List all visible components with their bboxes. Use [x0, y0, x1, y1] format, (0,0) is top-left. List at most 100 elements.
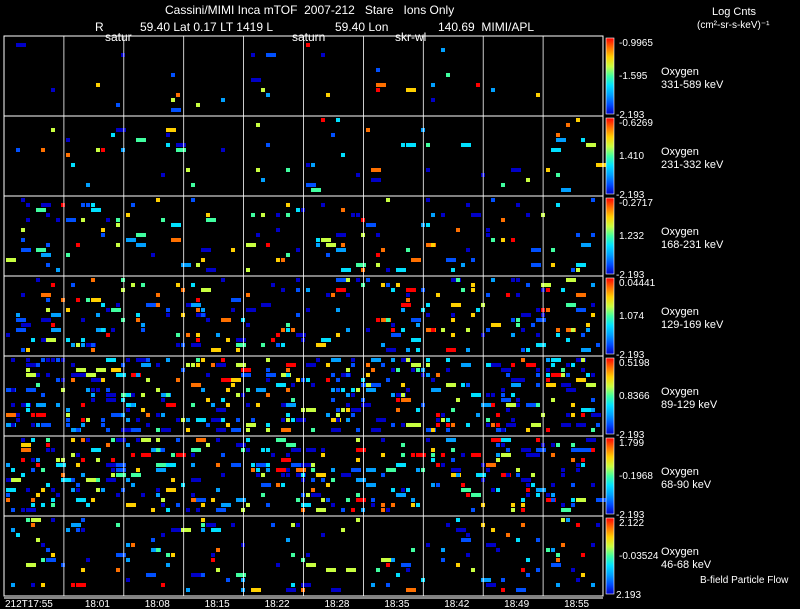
data-cell: [36, 278, 40, 282]
data-cell: [251, 418, 255, 422]
data-cell: [256, 233, 260, 237]
data-cell: [116, 103, 120, 107]
data-cell: [91, 448, 101, 452]
data-cell: [526, 178, 530, 182]
data-cell: [366, 223, 376, 227]
data-cell: [496, 443, 500, 447]
data-cell: [331, 398, 335, 402]
data-cell: [336, 288, 346, 292]
data-cell: [551, 453, 555, 457]
data-cell: [126, 443, 130, 447]
data-cell: [561, 188, 571, 192]
data-cell: [221, 318, 231, 322]
data-cell: [171, 73, 175, 77]
data-cell: [406, 293, 410, 297]
panel-energy-label: 46-68 keV: [661, 559, 712, 571]
data-cell: [76, 528, 80, 532]
data-cell: [501, 578, 505, 582]
data-cell: [346, 568, 356, 572]
data-cell: [141, 438, 151, 442]
data-cell: [441, 453, 445, 457]
data-cell: [381, 438, 385, 442]
data-cell: [426, 438, 430, 442]
data-cell: [51, 488, 55, 492]
data-cell: [326, 93, 330, 97]
data-cell: [31, 338, 35, 342]
data-cell: [251, 468, 255, 472]
data-cell: [76, 243, 80, 247]
data-cell: [166, 553, 170, 557]
data-cell: [86, 203, 90, 207]
data-cell: [81, 473, 85, 477]
data-cell: [76, 373, 86, 377]
data-cell: [531, 423, 541, 427]
data-cell: [471, 453, 481, 457]
data-cell: [456, 278, 460, 282]
data-cell: [136, 468, 140, 472]
data-cell: [436, 373, 440, 377]
data-cell: [506, 373, 510, 377]
data-cell: [326, 378, 330, 382]
panel-energy-label: 168-231 keV: [661, 239, 724, 251]
data-cell: [561, 468, 565, 472]
data-cell: [36, 463, 40, 467]
data-cell: [486, 228, 490, 232]
data-cell: [396, 398, 400, 402]
data-cell: [341, 153, 345, 157]
data-cell: [341, 208, 345, 212]
data-cell: [106, 428, 110, 432]
data-cell: [156, 293, 160, 297]
data-cell: [111, 133, 115, 137]
data-cell: [471, 493, 481, 497]
data-cell: [146, 453, 150, 457]
data-cell: [156, 463, 166, 467]
data-cell: [591, 413, 601, 417]
colorbar-max-label: 0.04441: [619, 278, 656, 289]
data-cell: [471, 213, 481, 217]
data-cell: [271, 338, 275, 342]
data-cell: [166, 133, 170, 137]
data-cell: [91, 203, 95, 207]
data-cell: [11, 478, 21, 482]
data-cell: [231, 383, 235, 387]
data-cell: [36, 458, 40, 462]
data-cell: [551, 493, 555, 497]
data-cell: [191, 283, 195, 287]
data-cell: [201, 523, 205, 527]
data-cell: [561, 508, 571, 512]
data-cell: [41, 203, 51, 207]
data-cell: [551, 563, 561, 567]
data-cell: [546, 358, 550, 362]
data-cell: [356, 448, 366, 452]
data-cell: [581, 463, 585, 467]
data-cell: [441, 548, 445, 552]
data-cell: [441, 213, 445, 217]
data-cell: [66, 218, 76, 222]
data-cell: [501, 453, 511, 457]
data-cell: [16, 43, 26, 47]
data-cell: [506, 403, 516, 407]
data-cell: [136, 438, 140, 442]
data-cell: [281, 428, 291, 432]
panel-species-label: Oxygen: [661, 226, 699, 238]
data-cell: [21, 458, 25, 462]
data-cell: [591, 483, 595, 487]
data-cell: [296, 333, 306, 337]
data-cell: [231, 428, 241, 432]
data-cell: [401, 383, 405, 387]
data-cell: [536, 438, 540, 442]
data-cell: [436, 413, 440, 417]
data-cell: [146, 423, 150, 427]
data-cell: [311, 493, 321, 497]
data-cell: [81, 423, 85, 427]
data-cell: [221, 148, 225, 152]
data-cell: [156, 448, 160, 452]
data-cell: [121, 428, 131, 432]
data-cell: [36, 403, 46, 407]
data-cell: [526, 363, 536, 367]
data-cell: [381, 503, 385, 507]
data-cell: [76, 343, 80, 347]
data-cell: [436, 418, 440, 422]
data-cell: [196, 508, 200, 512]
data-cell: [6, 463, 10, 467]
